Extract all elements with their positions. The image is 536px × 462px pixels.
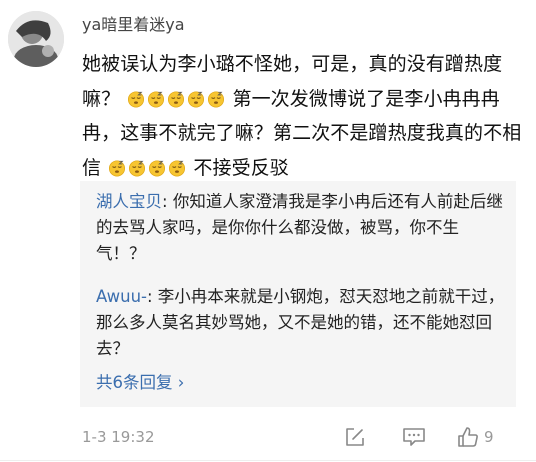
reply-item[interactable]: 湖人宝贝: 你知道人家澄清我是李小冉后还有人前赴后继的去骂人家吗，是你你什么都没… bbox=[96, 189, 506, 267]
emoji-group-1 bbox=[126, 88, 226, 110]
sleepy-face-emoji bbox=[147, 85, 165, 107]
comment-button[interactable] bbox=[402, 424, 426, 450]
username[interactable]: ya暗里着迷ya bbox=[82, 11, 185, 35]
sleepy-face-emoji bbox=[108, 154, 126, 176]
share-edit-icon bbox=[346, 428, 364, 446]
comment-icon bbox=[403, 428, 425, 446]
sleepy-face-emoji bbox=[187, 85, 205, 107]
share-button[interactable] bbox=[344, 424, 366, 450]
reply-item[interactable]: Awuu-: 李小冉本来就是小钢炮，怼天怼地之前就干过，那么多人莫名其妙骂她，又… bbox=[96, 284, 506, 362]
replies-box: 湖人宝贝: 你知道人家澄清我是李小冉后还有人前赴后继的去骂人家吗，是你你什么都没… bbox=[80, 181, 516, 407]
more-replies-link[interactable]: 共6条回复 › bbox=[96, 369, 184, 393]
comment-text: 她被误认为李小璐不怪她，可是，真的没有蹭热度嘛？ 第一次发微博说了是李小冉冉冉冉… bbox=[82, 47, 528, 185]
sleepy-face-emoji bbox=[167, 85, 185, 107]
reply-text: 李小冉本来就是小钢炮，怼天怼地之前就干过，那么多人莫名其妙骂她，又不是她的错，还… bbox=[96, 287, 505, 358]
like-button[interactable]: 9 bbox=[456, 424, 494, 450]
reply-separator: : bbox=[162, 192, 173, 211]
sleepy-face-emoji bbox=[127, 85, 145, 107]
thumbs-up-icon bbox=[458, 427, 478, 447]
reply-author[interactable]: Awuu- bbox=[96, 287, 147, 306]
comment-text-part3: 不接受反驳 bbox=[193, 156, 289, 179]
reply-separator: : bbox=[146, 287, 158, 306]
sleepy-face-emoji bbox=[207, 85, 225, 107]
like-count: 9 bbox=[484, 428, 494, 446]
reply-author[interactable]: 湖人宝贝 bbox=[96, 192, 162, 211]
sleepy-face-emoji bbox=[128, 154, 146, 176]
timestamp: 1-3 19:32 bbox=[82, 428, 155, 446]
emoji-group-2 bbox=[107, 157, 187, 179]
avatar[interactable] bbox=[8, 11, 64, 67]
sleepy-face-emoji bbox=[168, 154, 186, 176]
bottom-divider bbox=[0, 460, 536, 461]
sleepy-face-emoji bbox=[148, 154, 166, 176]
